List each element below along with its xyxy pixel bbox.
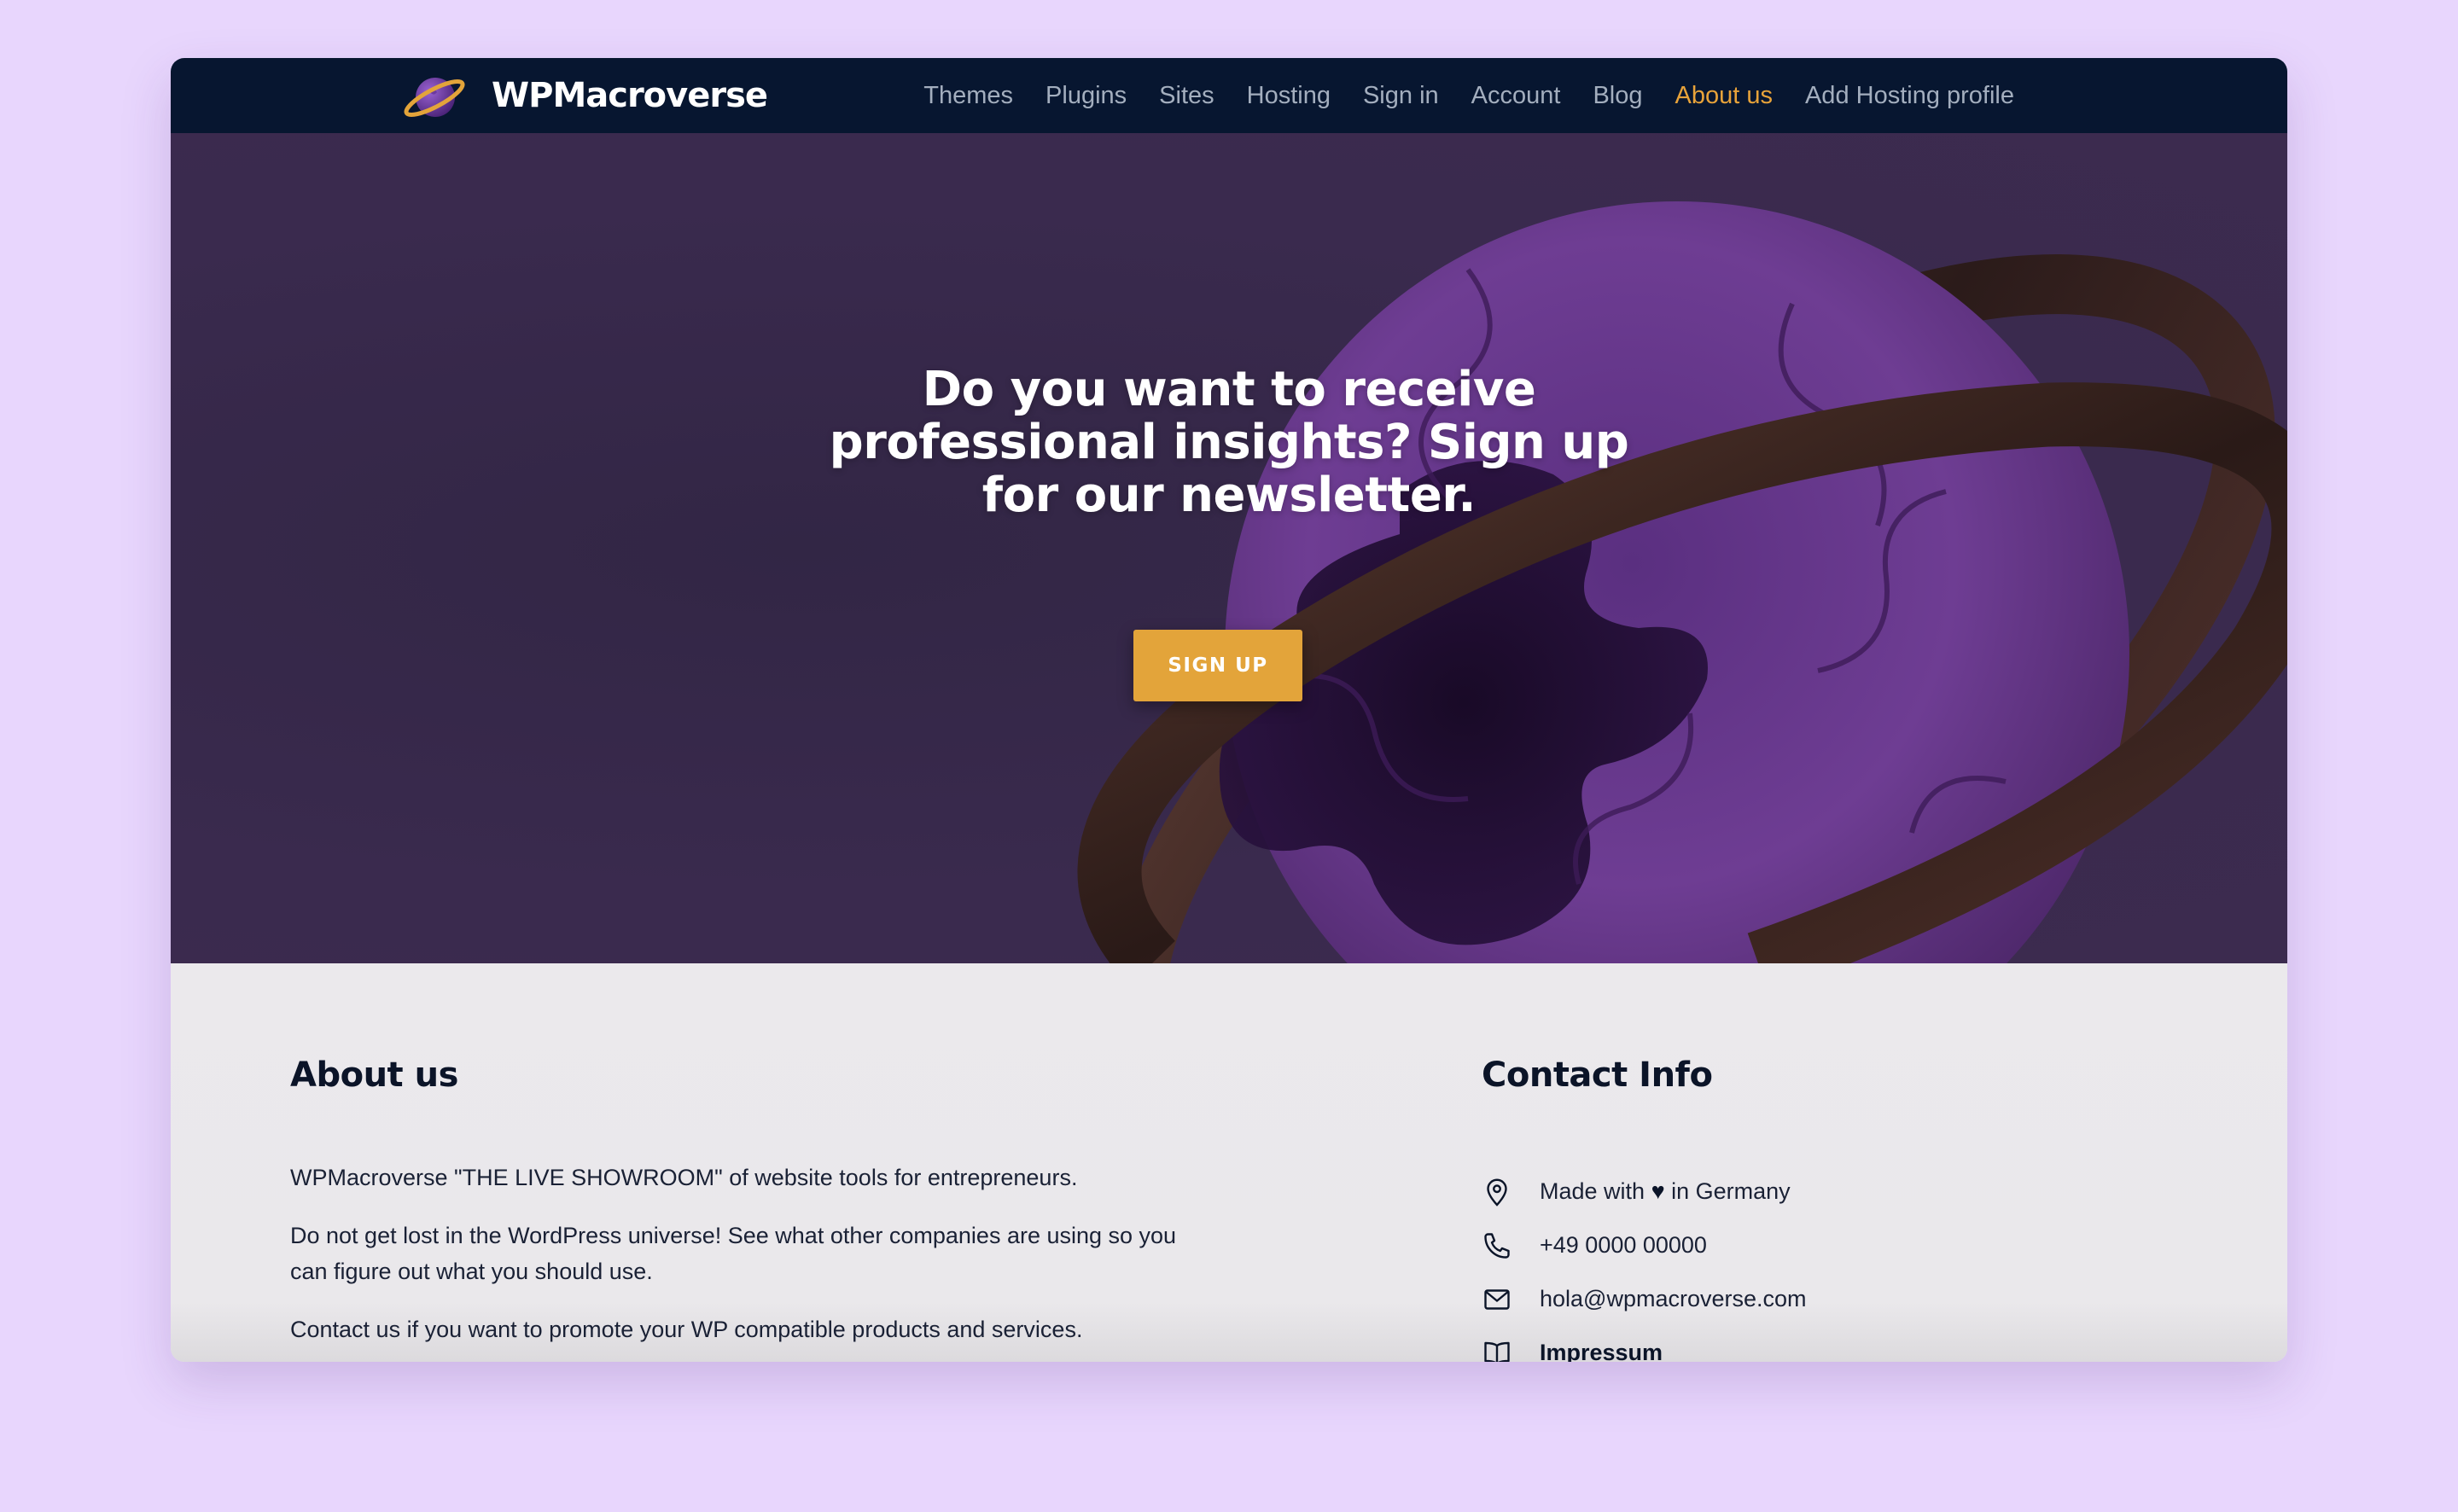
- location-pin-icon: [1487, 1178, 1507, 1207]
- hero-title: Do you want to receive professional insi…: [829, 362, 1629, 523]
- brand-name[interactable]: WPMacroverse: [492, 73, 768, 118]
- impressum-link[interactable]: Impressum: [1540, 1340, 1663, 1362]
- sign-up-button[interactable]: SIGN UP: [1133, 630, 1302, 701]
- nav-item-hosting[interactable]: Hosting: [1247, 82, 1331, 110]
- browser-window: WPMacroverse Themes Plugins Sites Hostin…: [171, 58, 2287, 1362]
- nav-item-themes[interactable]: Themes: [923, 82, 1013, 110]
- made-prefix: Made with: [1540, 1178, 1645, 1204]
- hero-banner: Do you want to receive professional insi…: [171, 133, 2287, 963]
- nav-item-about-us[interactable]: About us: [1675, 82, 1772, 110]
- book-icon: [1484, 1341, 1510, 1362]
- nav-item-add-hosting-profile[interactable]: Add Hosting profile: [1805, 82, 2014, 110]
- puzzle-planet-illustration: [1077, 201, 2287, 963]
- contact-email: hola@wpmacroverse.com: [1482, 1272, 2079, 1326]
- contact-impressum: Impressum: [1482, 1326, 2079, 1362]
- phone-icon: [1484, 1232, 1510, 1259]
- footer: About us WPMacroverse "THE LIVE SHOWROOM…: [171, 963, 2287, 1362]
- nav-item-plugins[interactable]: Plugins: [1046, 82, 1127, 110]
- contact-phone: +49 0000 00000: [1482, 1218, 2079, 1272]
- contact-made-in: Made with ♥ in Germany: [1540, 1178, 1791, 1205]
- contact-title: Contact Info: [1482, 1055, 1713, 1095]
- about-title: About us: [290, 1055, 458, 1095]
- about-paragraph: WPMacroverse "THE LIVE SHOWROOM" of webs…: [290, 1165, 1078, 1190]
- contact-list: Made with ♥ in Germany +49 0000 00000 ho…: [1482, 1165, 2079, 1362]
- heart-icon: ♥: [1651, 1178, 1665, 1204]
- nav-item-sites[interactable]: Sites: [1159, 82, 1214, 110]
- top-navigation: WPMacroverse Themes Plugins Sites Hostin…: [171, 58, 2287, 133]
- about-paragraph: Contact us if you want to promote your W…: [290, 1317, 1083, 1342]
- about-paragraph: Do not get lost in the WordPress univers…: [290, 1223, 1177, 1284]
- planet-logo-icon[interactable]: [403, 70, 466, 123]
- mail-icon: [1484, 1288, 1510, 1310]
- nav-menu: Themes Plugins Sites Hosting Sign in Acc…: [923, 58, 2014, 133]
- nav-item-account[interactable]: Account: [1471, 82, 1561, 110]
- email-address[interactable]: hola@wpmacroverse.com: [1540, 1286, 1807, 1312]
- phone-number[interactable]: +49 0000 00000: [1540, 1232, 1707, 1259]
- contact-location: Made with ♥ in Germany: [1482, 1165, 2079, 1218]
- nav-item-sign-in[interactable]: Sign in: [1363, 82, 1439, 110]
- made-suffix: in Germany: [1671, 1178, 1791, 1204]
- about-text: WPMacroverse "THE LIVE SHOWROOM" of webs…: [290, 1160, 1195, 1362]
- nav-item-blog[interactable]: Blog: [1593, 82, 1642, 110]
